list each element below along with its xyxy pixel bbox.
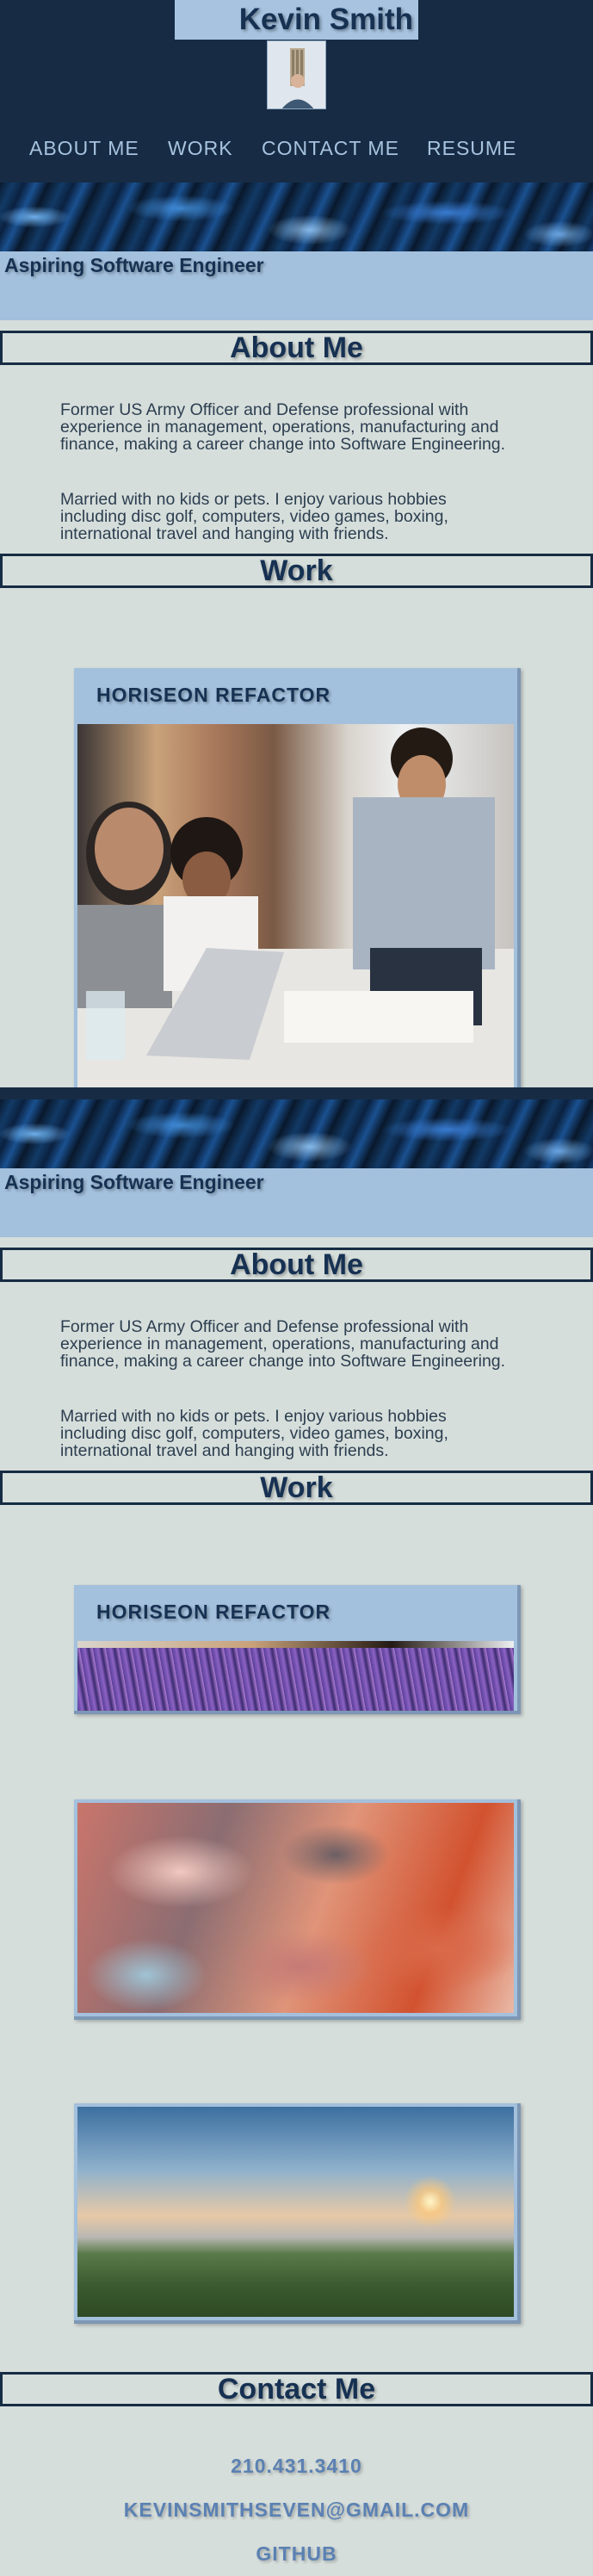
github-link[interactable]: GITHUB [0, 2542, 593, 2566]
about-heading: About Me [0, 331, 593, 365]
nav-resume[interactable]: RESUME [427, 135, 516, 161]
divider-strip [0, 1087, 593, 1099]
contact-heading: Contact Me [0, 2372, 593, 2406]
nav-about-me[interactable]: ABOUT ME [29, 135, 139, 161]
clouds-image[interactable] [77, 1803, 514, 2013]
lavender-image[interactable] [77, 1648, 514, 1711]
landscape-image[interactable] [77, 2107, 514, 2317]
project-title: HORISEON REFACTOR [96, 684, 331, 706]
project-image[interactable] [77, 724, 514, 1095]
project-title-repeat: HORISEON REFACTOR [96, 1601, 331, 1623]
about-paragraph-1: Former US Army Officer and Defense profe… [60, 400, 506, 454]
work-heading: Work [0, 554, 593, 588]
phone-link[interactable]: 210.431.3410 [0, 2455, 593, 2478]
hero-banner [0, 183, 593, 251]
project-card-3[interactable] [74, 2103, 521, 2324]
project-image-top-edge [77, 1641, 514, 1648]
tagline: Aspiring Software Engineer [4, 254, 264, 276]
about-paragraph-2: Married with no kids or pets. I enjoy va… [60, 490, 448, 543]
about-paragraph-2-repeat: Married with no kids or pets. I enjoy va… [60, 1407, 448, 1460]
project-card-2[interactable] [74, 1799, 521, 2020]
project-card[interactable]: HORISEON REFACTOR [74, 668, 521, 1099]
project-card-repeat[interactable]: HORISEON REFACTOR [74, 1585, 521, 1714]
about-heading-repeat: About Me [0, 1248, 593, 1282]
hero-banner-repeat [0, 1099, 593, 1168]
work-heading-repeat: Work [0, 1471, 593, 1505]
nav-work[interactable]: WORK [168, 135, 233, 161]
site-title: Kevin Smith [175, 0, 418, 40]
tagline-repeat: Aspiring Software Engineer [4, 1171, 264, 1193]
about-paragraph-1-repeat: Former US Army Officer and Defense profe… [60, 1317, 506, 1371]
avatar [267, 40, 326, 109]
email-link[interactable]: KEVINSMITHSEVEN@GMAIL.COM [0, 2499, 593, 2522]
nav-contact-me[interactable]: CONTACT ME [262, 135, 399, 161]
